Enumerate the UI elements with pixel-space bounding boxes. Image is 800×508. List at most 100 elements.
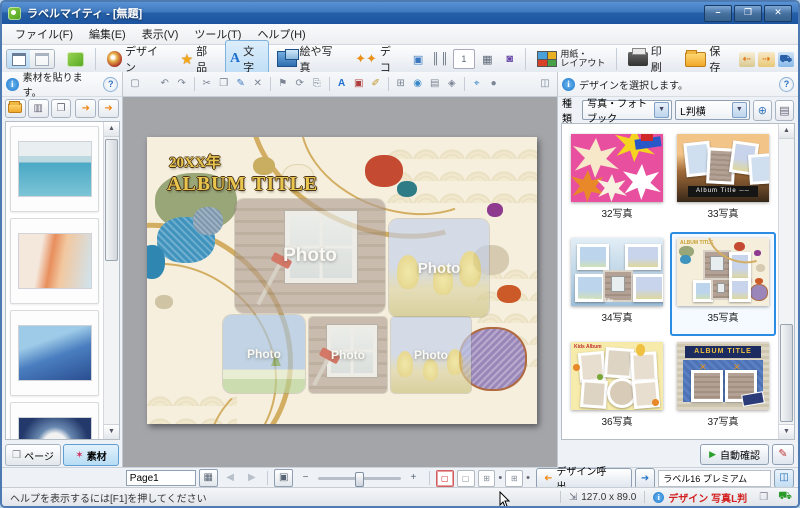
material-scrollbar[interactable]: ▲ ▼ xyxy=(103,122,119,439)
minimize-button[interactable]: – xyxy=(704,5,732,22)
apply-design-button[interactable]: ➜ xyxy=(635,468,655,489)
help-icon[interactable]: ? xyxy=(779,77,794,92)
globe-tool-icon[interactable]: ◉ xyxy=(410,76,426,92)
album-title-text[interactable]: ALBUM TITLE xyxy=(167,173,318,196)
copy-pages-icon[interactable]: ❐ xyxy=(759,492,768,503)
work-area[interactable]: Photo Photo Photo Ph xyxy=(123,97,557,468)
bottom-controls: ▦ ◀ ▶ ▣ − + ▢ ▢ ⊞ • ⊞ • ➜ デザイン呼出... ➜ ラベ… xyxy=(2,467,798,488)
material-item[interactable] xyxy=(10,310,99,396)
label-tag-button[interactable] xyxy=(62,49,89,70)
panel-toggle-icon[interactable]: ◫ xyxy=(537,76,553,92)
proof-edit-button[interactable]: ✎ xyxy=(772,444,794,465)
design-item-32[interactable]: 32写真 xyxy=(564,128,670,232)
photo-frame-tulips[interactable]: Photo xyxy=(389,219,489,317)
photo-frame-window[interactable]: Photo xyxy=(309,317,387,393)
paper-layout-button[interactable]: 用紙・ レイアウト xyxy=(532,47,610,71)
next-page-button[interactable]: ▶ xyxy=(242,469,261,487)
frame-button[interactable]: ▣ xyxy=(408,50,427,68)
select-all-icon[interactable]: ▢ xyxy=(127,76,143,92)
design-item-37[interactable]: ALBUM TITLE ✕ ✕ 37写真 xyxy=(670,336,776,440)
design-item-33[interactable]: Album Title ── 33写真 xyxy=(670,128,776,232)
zoom-slider-thumb[interactable] xyxy=(355,472,364,487)
design-scrollbar[interactable]: ▲ ▼ xyxy=(778,124,794,439)
flower-teal xyxy=(397,181,417,197)
view-page-button[interactable]: ▢ xyxy=(457,470,475,487)
zoom-out-button[interactable]: − xyxy=(296,469,315,487)
copy-icon[interactable]: ❐ xyxy=(216,76,232,92)
apply-material-button[interactable]: ➜ xyxy=(98,99,119,118)
prev-page-button[interactable]: ◀ xyxy=(221,469,240,487)
maximize-button[interactable]: ❐ xyxy=(734,5,762,22)
design-item-35-selected[interactable]: ALBUM TITLE xyxy=(670,232,776,336)
cut-icon[interactable]: ✂ xyxy=(199,76,215,92)
menu-file[interactable]: ファイル(F) xyxy=(8,24,80,44)
redo-icon[interactable]: ↷ xyxy=(174,76,190,92)
design-recall-button[interactable]: ➜ デザイン呼出... xyxy=(536,468,632,489)
material-item[interactable] xyxy=(10,402,99,440)
album-year-text[interactable]: 20XX年 xyxy=(169,151,221,172)
photo-frame-tulips-small[interactable]: Photo xyxy=(391,317,471,393)
export-button[interactable]: ⇢ xyxy=(758,52,774,67)
zoom-preview-button[interactable]: ⊕ xyxy=(753,100,772,121)
page-list-button[interactable]: ▦ xyxy=(199,469,218,487)
grid-tool-icon[interactable]: ⊞ xyxy=(393,76,409,92)
barcode-button[interactable]: ║║ xyxy=(431,50,450,68)
view-single-button[interactable]: ▢ xyxy=(436,470,454,487)
auto-check-button[interactable]: ▶ 自動確認 xyxy=(700,444,769,465)
design-item-36[interactable]: Kids Album 36写真 xyxy=(564,336,670,440)
numbering-button[interactable]: 1 xyxy=(453,49,474,69)
table-tool-icon[interactable]: ▤ xyxy=(427,76,443,92)
material-item[interactable] xyxy=(10,126,99,212)
help-icon[interactable]: ? xyxy=(103,77,118,92)
layout-pick-button[interactable]: ▤ xyxy=(775,100,794,121)
product-cube-button[interactable]: ◫ xyxy=(774,469,794,488)
tab-page[interactable]: ❒ページ xyxy=(5,444,61,466)
text-tool-icon[interactable]: A xyxy=(334,76,350,92)
sphere-tool-icon[interactable]: ● xyxy=(486,76,502,92)
star-icon: ★ xyxy=(181,51,194,68)
stamp-tool-icon[interactable]: ◈ xyxy=(444,76,460,92)
photo-placeholder-label: Photo xyxy=(389,219,489,317)
delete-material-button[interactable]: ▥ xyxy=(28,99,49,118)
image-tool-icon[interactable]: ▣ xyxy=(351,76,367,92)
page-input[interactable] xyxy=(126,470,196,486)
view-grid-button[interactable]: ⊞ xyxy=(478,470,496,487)
send-material-button[interactable]: ➜ xyxy=(75,99,96,118)
design-thumb-36: Kids Album xyxy=(571,342,663,410)
rotate-icon[interactable]: ⟳ xyxy=(292,76,308,92)
photo-frame-sky[interactable]: Photo xyxy=(223,315,305,393)
delete-icon[interactable]: ✕ xyxy=(250,76,266,92)
delivery-button[interactable]: ⛟ xyxy=(778,52,794,67)
layout-toggle-2-button[interactable] xyxy=(30,50,53,68)
design-thumb-34: 20XX Album Title xyxy=(571,238,663,306)
open-folder-button[interactable] xyxy=(5,99,26,118)
layout-toggle-1-button[interactable] xyxy=(7,50,30,68)
material-item[interactable] xyxy=(10,218,99,304)
undo-icon[interactable]: ↶ xyxy=(157,76,173,92)
photo-frame-house[interactable]: Photo xyxy=(235,199,385,313)
stamp-button[interactable]: ◙ xyxy=(500,50,519,68)
zoom-in-button[interactable]: + xyxy=(404,469,423,487)
calendar-button[interactable]: ▦ xyxy=(478,50,497,68)
import-button[interactable]: ⇠ xyxy=(739,52,755,67)
size-select[interactable]: L判横 ▼ xyxy=(675,100,750,120)
material-panel: i 素材を貼ります。 ? ▥ ❐ ➜ ➜ xyxy=(2,72,123,468)
cart-icon[interactable]: ⛟ xyxy=(778,490,792,504)
design-thumb-35: ALBUM TITLE xyxy=(677,238,769,306)
design-item-34[interactable]: 20XX Album Title 34写真 xyxy=(564,232,670,336)
category-select[interactable]: 写真・フォトブック ▼ xyxy=(582,100,672,120)
close-button[interactable]: ✕ xyxy=(764,5,792,22)
pin-icon[interactable]: ⚑ xyxy=(275,76,291,92)
brush-tool-icon[interactable]: ✐ xyxy=(368,76,384,92)
measure-tool-icon[interactable]: ⌖ xyxy=(469,76,485,92)
zoom-slider[interactable] xyxy=(318,477,401,480)
duplicate-material-button[interactable]: ❐ xyxy=(51,99,72,118)
flower-orange xyxy=(497,285,521,303)
fit-view-button[interactable]: ▣ xyxy=(274,469,293,487)
tab-material[interactable]: ✶素材 xyxy=(63,444,119,466)
edit-icon[interactable]: ✎ xyxy=(233,76,249,92)
view-multi-button[interactable]: ⊞ xyxy=(505,470,523,487)
status-mode: デザイン 写真L判 xyxy=(668,490,747,505)
label-sheet[interactable]: Photo Photo Photo Ph xyxy=(147,137,537,424)
paste-icon[interactable]: ⎘ xyxy=(309,76,325,92)
